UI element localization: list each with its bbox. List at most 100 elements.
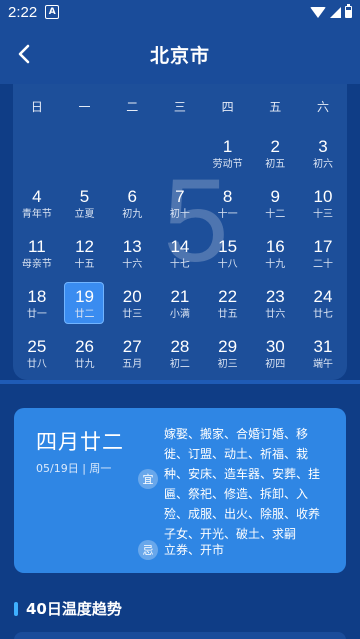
day-number: 24 xyxy=(313,287,333,306)
weekday-header: 日一二三四五六 xyxy=(13,98,347,115)
lunar-day-label: 二十 xyxy=(312,259,333,270)
calendar-day[interactable]: 5 立夏 xyxy=(61,184,109,230)
calendar-empty-cell xyxy=(61,134,109,180)
month-calendar: 5 日 一 二 三 四 五 六 1 劳动节 2 初五 3 初六 4 青年节 5 立夏 6 初九 7 初十 8 十一 9 十二 1… xyxy=(13,84,347,380)
day-number: 1 xyxy=(222,137,233,156)
lunar-day-label: 十八 xyxy=(217,259,238,270)
calendar-day[interactable]: 11 母亲节 xyxy=(13,234,61,280)
day-number: 4 xyxy=(32,187,42,206)
day-number: 27 xyxy=(122,337,142,356)
calendar-day[interactable]: 21 小满 xyxy=(156,284,204,330)
section-divider xyxy=(0,380,360,384)
weekday-label: 三 xyxy=(173,100,186,114)
lunar-day-label: 十七 xyxy=(169,259,190,270)
calendar-day[interactable]: 15 十八 xyxy=(204,234,252,280)
calendar-day[interactable]: 3 初六 xyxy=(299,134,347,180)
weekday-label: 五 xyxy=(269,100,282,114)
day-number: 20 xyxy=(122,287,142,306)
day-number: 23 xyxy=(265,287,285,306)
day-number: 3 xyxy=(318,137,328,156)
battery-icon xyxy=(345,4,352,18)
calendar-day[interactable]: 14 十七 xyxy=(156,234,204,280)
trend-section-title: 40日温度趋势 xyxy=(26,600,122,618)
notification-icon: A xyxy=(45,5,60,19)
day-number: 8 xyxy=(222,187,233,206)
lunar-day-label: 廿三 xyxy=(122,309,143,320)
calendar-day[interactable]: 24 廿七 xyxy=(299,284,347,330)
day-number: 14 xyxy=(170,237,190,256)
day-number: 12 xyxy=(75,237,94,256)
calendar-day[interactable]: 30 初四 xyxy=(251,334,299,380)
day-number: 13 xyxy=(122,237,142,256)
calendar-grid: 1 劳动节 2 初五 3 初六 4 青年节 5 立夏 6 初九 7 初十 8 十一 9 十二 10 十三 11 母亲节 12… xyxy=(13,134,347,380)
day-number: 26 xyxy=(75,337,94,356)
back-button[interactable] xyxy=(10,40,38,68)
calendar-day[interactable]: 26 廿九 xyxy=(61,334,109,380)
lunar-day-label: 廿一 xyxy=(26,309,47,320)
day-number: 10 xyxy=(313,187,333,206)
calendar-day[interactable]: 13 十六 xyxy=(108,234,156,280)
lunar-day-label: 十三 xyxy=(312,209,333,220)
day-number: 30 xyxy=(265,337,285,356)
calendar-day-selected[interactable]: 19 廿二 xyxy=(61,282,109,330)
calendar-day[interactable]: 12 十五 xyxy=(61,234,109,280)
weekday-label: 四 xyxy=(221,100,234,114)
calendar-day[interactable]: 8 十一 xyxy=(204,184,252,230)
calendar-day[interactable]: 10 十三 xyxy=(299,184,347,230)
calendar-day[interactable]: 1 劳动节 xyxy=(204,134,252,180)
calendar-day[interactable]: 17 二十 xyxy=(299,234,347,280)
calendar-week-row: 25 廿八 26 廿九 27 五月 28 初二 29 初三 30 初四 31 端午 xyxy=(13,334,347,380)
lunar-day-label: 廿八 xyxy=(26,359,47,370)
calendar-day[interactable]: 9 十二 xyxy=(251,184,299,230)
lunar-day-label: 端午 xyxy=(312,359,333,370)
calendar-empty-cell xyxy=(108,134,156,180)
day-number: 19 xyxy=(75,287,94,306)
status-time: 2:22 xyxy=(8,3,38,21)
signal-icon xyxy=(330,6,341,18)
calendar-day[interactable]: 16 十九 xyxy=(251,234,299,280)
lunar-day-label: 小满 xyxy=(169,309,190,320)
wifi-icon xyxy=(310,6,326,18)
lunar-day-label: 十六 xyxy=(122,259,143,270)
calendar-day[interactable]: 22 廿五 xyxy=(204,284,252,330)
calendar-day[interactable]: 4 青年节 xyxy=(13,184,61,230)
lunar-day-label: 十二 xyxy=(265,209,286,220)
lunar-day-label: 廿九 xyxy=(74,359,95,370)
ji-text: 立券、开市 xyxy=(164,543,225,557)
lunar-day-label: 十九 xyxy=(265,259,286,270)
calendar-day[interactable]: 23 廿六 xyxy=(251,284,299,330)
calendar-week-row: 11 母亲节 12 十五 13 十六 14 十七 15 十八 16 十九 17 二十 xyxy=(13,234,347,284)
lunar-day-label: 廿六 xyxy=(265,309,286,320)
lunar-day-label: 初十 xyxy=(169,209,190,220)
calendar-day[interactable]: 7 初十 xyxy=(156,184,204,230)
calendar-day[interactable]: 28 初二 xyxy=(156,334,204,380)
calendar-day[interactable]: 27 五月 xyxy=(108,334,156,380)
calendar-day[interactable]: 6 初九 xyxy=(108,184,156,230)
lunar-day-label: 初二 xyxy=(169,359,190,370)
calendar-day[interactable]: 20 廿三 xyxy=(108,284,156,330)
lunar-day-label: 青年节 xyxy=(21,209,52,220)
weekday-label: 一 xyxy=(78,100,91,114)
solar-date: 05/19日 | 周一 xyxy=(36,462,112,475)
yi-text: 嫁娶、搬家、合婚订婚、移徙、订盟、动土、祈福、栽种、安床、造车器、安葬、挂匾、祭… xyxy=(164,427,321,541)
calendar-day[interactable]: 31 端午 xyxy=(299,334,347,380)
calendar-day[interactable]: 18 廿一 xyxy=(13,284,61,330)
day-number: 9 xyxy=(270,187,281,206)
day-number: 5 xyxy=(79,187,90,206)
calendar-day[interactable]: 25 廿八 xyxy=(13,334,61,380)
weekday-label: 二 xyxy=(126,100,139,114)
calendar-day[interactable]: 29 初三 xyxy=(204,334,252,380)
day-number: 25 xyxy=(27,337,47,356)
lunar-day-label: 十一 xyxy=(217,209,238,220)
lunar-date: 四月廿二 xyxy=(36,430,124,454)
calendar-empty-cell xyxy=(156,134,204,180)
chevron-left-icon xyxy=(18,44,30,64)
lunar-day-label: 五月 xyxy=(122,359,143,370)
lunar-day-label: 廿五 xyxy=(217,309,238,320)
day-number: 6 xyxy=(127,187,137,206)
calendar-day[interactable]: 2 初五 xyxy=(251,134,299,180)
almanac-card[interactable]: 四月廿二 05/19日 | 周一 宜 嫁娶、搬家、合婚订婚、移徙、订盟、动土、祈… xyxy=(14,408,346,573)
day-number: 21 xyxy=(170,287,190,306)
trend-card xyxy=(14,632,346,639)
app-header: 北京市 xyxy=(0,24,360,84)
